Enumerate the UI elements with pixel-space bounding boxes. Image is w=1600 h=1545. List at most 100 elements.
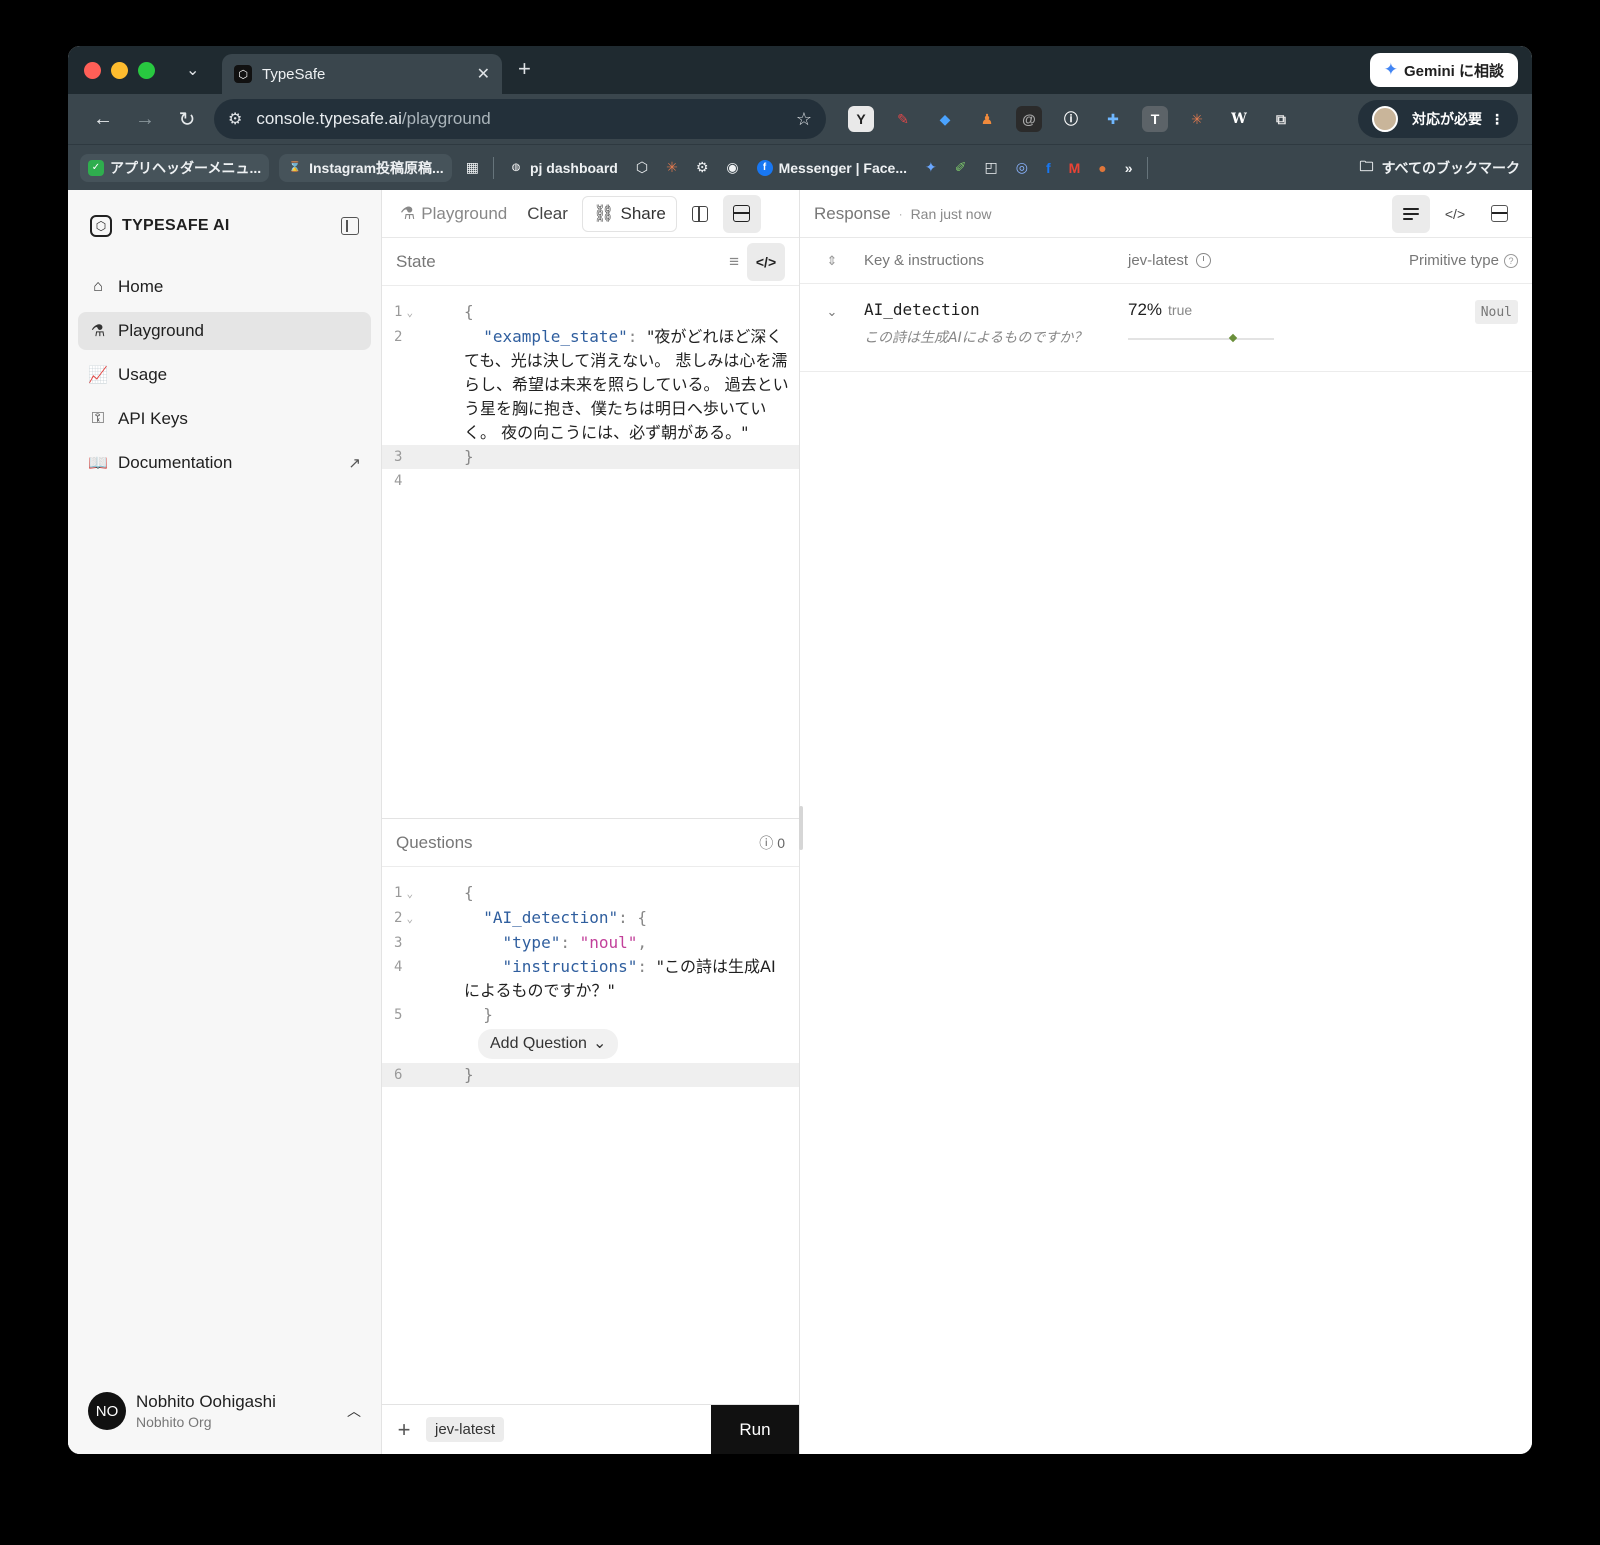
add-question-label: Add Question xyxy=(490,1035,587,1052)
response-header: Response · Ran just now </> xyxy=(800,190,1532,238)
sidebar-item-api-keys[interactable]: ⚿ API Keys xyxy=(78,400,371,438)
extension-diamond-icon[interactable]: ◆ xyxy=(932,106,958,132)
facebook-bookmark-icon[interactable]: f xyxy=(1042,156,1055,180)
add-question-button[interactable]: Add Question ⌄ xyxy=(478,1029,619,1059)
code-line: 1 ⌄ { xyxy=(382,300,799,325)
extension-chess-icon[interactable]: ♟ xyxy=(974,106,1000,132)
add-model-button[interactable]: + xyxy=(382,1417,426,1443)
forward-button[interactable]: → xyxy=(124,108,166,131)
tab-list-chevron-icon[interactable]: ⌄ xyxy=(186,60,199,80)
site-settings-icon[interactable]: ⚙ xyxy=(228,109,242,129)
minimize-window-button[interactable] xyxy=(111,62,128,79)
gemini-bookmark-icon[interactable]: ✦ xyxy=(921,155,941,180)
more-bookmarks-icon[interactable]: » xyxy=(1121,156,1137,180)
model-chip[interactable]: jev-latest xyxy=(426,1417,505,1442)
profile-button[interactable]: 対応が必要 ⋮ xyxy=(1358,100,1518,138)
basketball-bookmark-icon[interactable]: ● xyxy=(1094,156,1110,180)
share-button[interactable]: ⛓ Share xyxy=(581,195,677,232)
bookmark-box-icon[interactable]: ◰ xyxy=(980,155,1001,180)
split-vertical-button[interactable] xyxy=(681,195,719,233)
collapse-sidebar-icon[interactable] xyxy=(341,217,359,235)
sidebar-item-documentation[interactable]: 📖 Documentation ↗ xyxy=(78,444,371,482)
column-key: Key & instructions xyxy=(864,252,985,269)
sort-icon[interactable]: ⇕ xyxy=(800,253,864,269)
table-row[interactable]: ⌄ AI_detection この詩は生成AIによるものですか？ 72% tru… xyxy=(800,284,1532,372)
more-vertical-icon[interactable]: ⋮ xyxy=(1490,111,1504,128)
facebook-icon: f xyxy=(756,159,773,176)
external-link-icon: ↗ xyxy=(348,455,361,472)
sidebar-item-home[interactable]: ⌂ Home xyxy=(78,268,371,306)
extension-y-icon[interactable]: Y xyxy=(848,106,874,132)
close-tab-icon[interactable]: ✕ xyxy=(477,64,490,84)
extension-w-icon[interactable]: W xyxy=(1226,106,1252,132)
extension-claude-icon[interactable]: ✳ xyxy=(1184,106,1210,132)
window-controls xyxy=(84,62,155,79)
table-view-button[interactable] xyxy=(1392,194,1430,233)
panel-icon xyxy=(1490,205,1508,222)
fold-chevron-icon[interactable]: ⌄ xyxy=(406,887,413,900)
sidebar-item-usage[interactable]: 📈 Usage xyxy=(78,356,371,394)
extension-at-icon[interactable]: @ xyxy=(1016,106,1042,132)
state-code-editor[interactable]: 1 ⌄ { 2 "example_state": "夜がどれほど深くても、光は決して… xyxy=(382,286,799,493)
extension-pen-icon[interactable]: ✎ xyxy=(890,106,916,132)
back-button[interactable]: ← xyxy=(82,108,124,131)
questions-code-editor[interactable]: 1 ⌄ { 2 ⌄ "AI_detection": { 3 "type": "noul… xyxy=(382,867,799,1087)
globe-icon: ◍ xyxy=(511,162,521,173)
bookmark-item[interactable]: f Messenger | Face... xyxy=(753,156,911,180)
instructions-key: "instructions" xyxy=(502,957,638,976)
format-lines-icon[interactable]: ≡ xyxy=(729,252,739,272)
bookmark-star-icon[interactable]: ☆ xyxy=(796,109,812,130)
bookmark-circle-icon[interactable]: ◉ xyxy=(722,155,742,180)
close-window-button[interactable] xyxy=(84,62,101,79)
chevron-down-icon[interactable]: ⌄ xyxy=(800,300,864,371)
bookmark-gear-icon[interactable]: ⚙ xyxy=(692,155,713,180)
bookmark-if-icon[interactable]: ◎ xyxy=(1012,155,1032,180)
sidebar-item-label: API Keys xyxy=(118,409,188,428)
extension-password-icon[interactable]: ⓘ xyxy=(1058,106,1084,132)
bookmark-separator xyxy=(1146,156,1148,179)
bookmark-item[interactable]: ◍ pj dashboard xyxy=(504,156,622,180)
address-bar[interactable]: ⚙ console.typesafe.ai/playground ☆ xyxy=(214,99,826,139)
column-model-label: jev-latest xyxy=(1128,252,1189,269)
code-text: Add Question ⌄ xyxy=(442,1027,799,1063)
extensions-puzzle-icon[interactable]: ⧉ xyxy=(1268,106,1294,132)
all-bookmarks[interactable]: 🗀 すべてのブックマーク xyxy=(1360,156,1520,180)
help-icon[interactable]: ? xyxy=(1504,253,1518,268)
maximize-window-button[interactable] xyxy=(138,62,155,79)
panel-view-button[interactable] xyxy=(1480,195,1518,233)
gmail-bookmark-icon[interactable]: M xyxy=(1065,156,1085,180)
chatgpt-bookmark-icon[interactable]: ⬡ xyxy=(632,155,652,180)
state-title: State xyxy=(396,251,436,271)
fold-chevron-icon[interactable]: ⌄ xyxy=(406,306,413,319)
gemini-button[interactable]: ✦ Gemini に相談 xyxy=(1369,53,1518,87)
user-menu[interactable]: NO Nobhito Oohigashi Nobhito Org ︿ xyxy=(78,1392,371,1430)
column-type: Primitive type? xyxy=(1368,252,1532,269)
all-bookmarks-label: すべてのブックマーク xyxy=(1381,159,1520,176)
clock-icon xyxy=(1196,253,1212,268)
clear-button[interactable]: Clear xyxy=(517,196,578,232)
home-icon: ⌂ xyxy=(93,278,103,295)
claude-bookmark-icon[interactable]: ✳ xyxy=(662,155,682,180)
url-path: /playground xyxy=(401,109,491,128)
share-label: Share xyxy=(620,203,666,223)
apps-grid-icon[interactable]: ▦ xyxy=(462,155,483,180)
reload-button[interactable]: ↻ xyxy=(166,107,208,132)
chevron-up-icon[interactable]: ︿ xyxy=(347,1401,361,1421)
code-view-button[interactable]: </> xyxy=(1436,195,1474,233)
new-tab-button[interactable]: + xyxy=(518,56,531,82)
user-info: Nobhito Oohigashi Nobhito Org xyxy=(136,1392,347,1430)
code-view-button[interactable]: </> xyxy=(747,242,785,281)
sidebar-item-playground[interactable]: ⚗ Playground xyxy=(78,312,371,350)
fold-chevron-icon[interactable]: ⌄ xyxy=(406,912,413,925)
split-horizontal-button[interactable] xyxy=(722,194,761,233)
bookmark-colorful-icon[interactable]: ✐ xyxy=(951,155,971,180)
questions-title: Questions xyxy=(396,832,473,852)
bookmark-item[interactable]: ✓ アプリヘッダーメニュ... xyxy=(80,153,270,182)
bookmark-item[interactable]: ⌛ Instagram投稿原稿... xyxy=(279,153,452,182)
extension-cross-icon[interactable]: ✚ xyxy=(1100,106,1126,132)
browser-tab[interactable]: ⬡ TypeSafe ✕ xyxy=(222,54,502,94)
boolean-result: true xyxy=(1168,302,1193,318)
run-button[interactable]: Run xyxy=(711,1404,799,1454)
extension-t-icon[interactable]: T xyxy=(1142,106,1168,132)
sidebar-item-label: Usage xyxy=(118,365,168,384)
